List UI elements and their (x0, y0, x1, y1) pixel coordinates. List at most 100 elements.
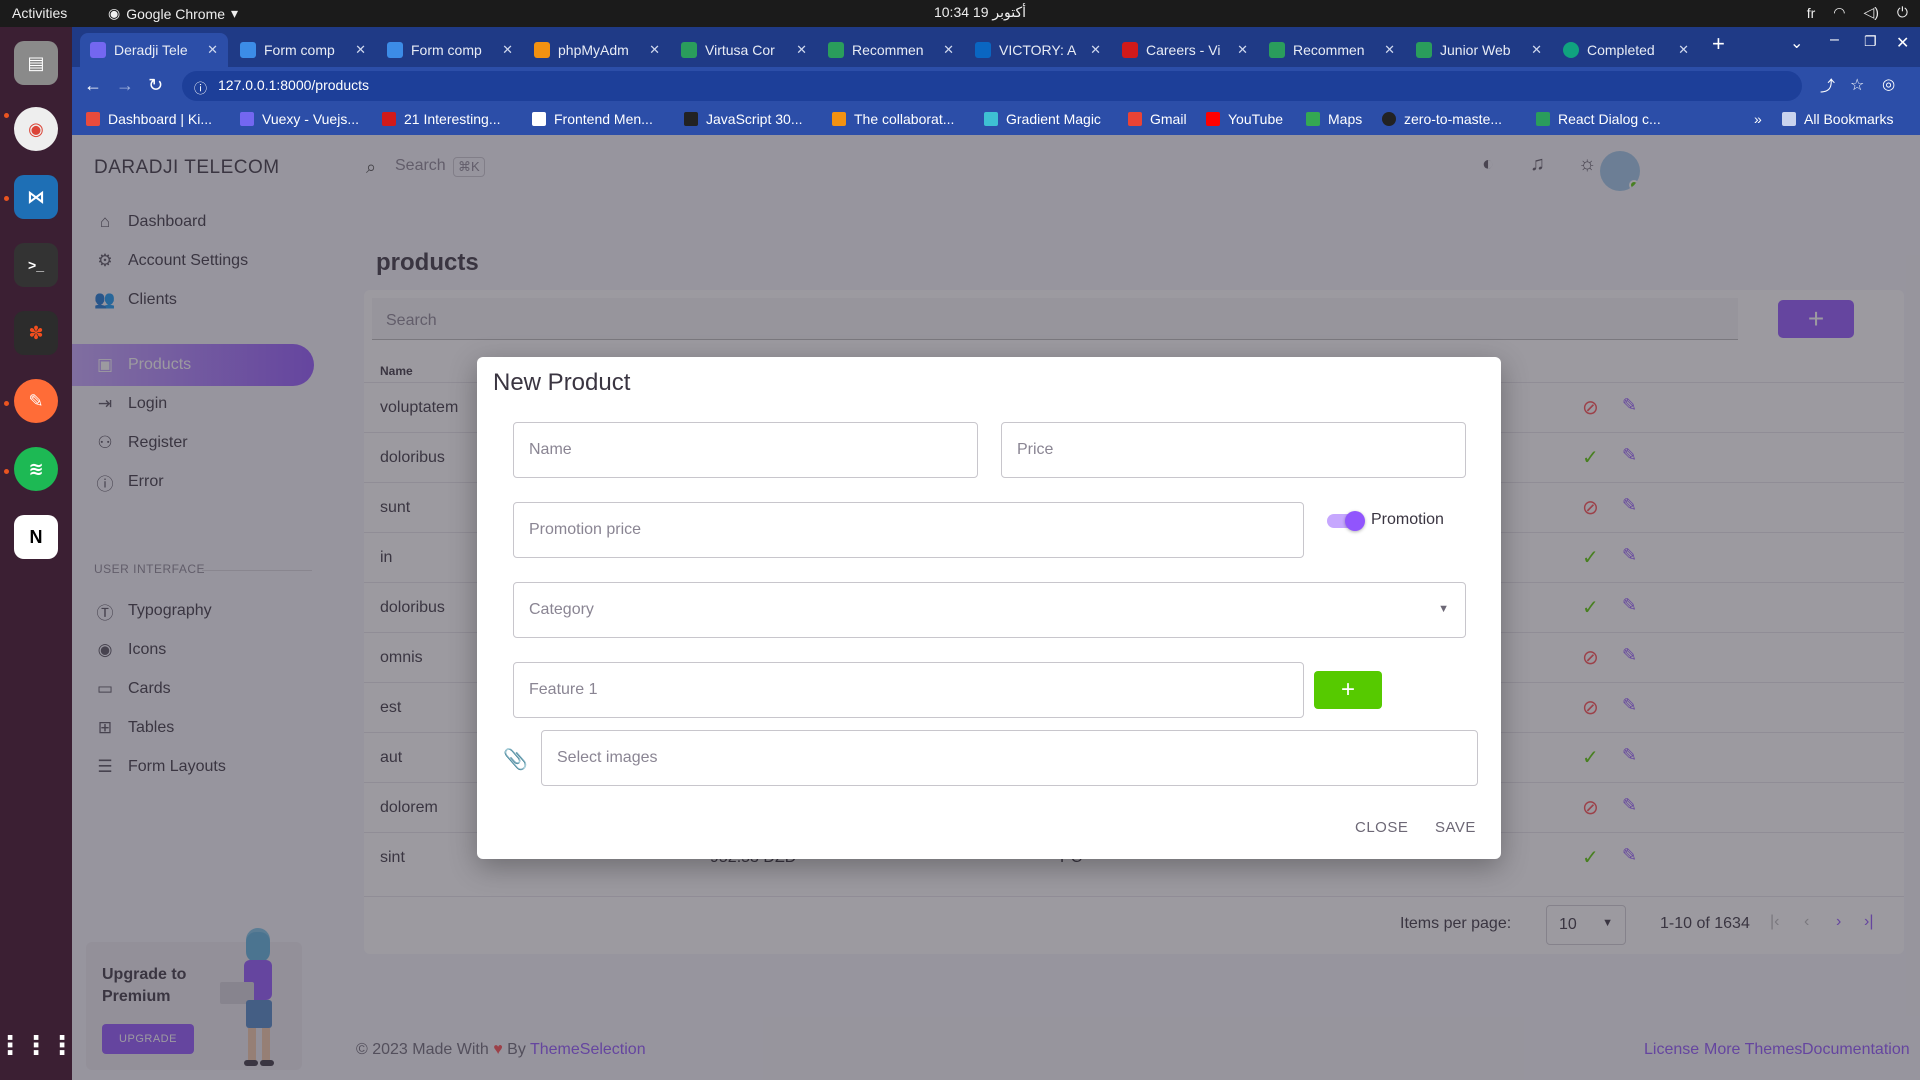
share-icon[interactable]: ⤴ (1820, 75, 1835, 96)
bookmark-label: Dashboard | Ki... (108, 111, 213, 127)
category-select[interactable]: Category ▼ (513, 582, 1466, 638)
tab-favicon (1122, 42, 1138, 58)
clock[interactable]: 10:34 19 أكتوبر (910, 4, 1050, 21)
activities-button[interactable]: Activities (12, 5, 67, 21)
bookmark-favicon (382, 112, 396, 126)
chrome-icon[interactable]: ◉ (14, 107, 58, 151)
close-icon[interactable]: ✕ (1237, 42, 1248, 58)
window-close-icon[interactable]: ✕ (1896, 33, 1909, 53)
url-bar[interactable]: ⓘ 127.0.0.1:8000/products (182, 71, 1802, 101)
close-icon[interactable]: ✕ (1678, 42, 1689, 58)
promotion-price-field[interactable]: Promotion price (513, 502, 1304, 558)
bookmark-item[interactable]: Vuexy - Vuejs... (240, 111, 359, 127)
bookmark-item[interactable]: Frontend Men... (532, 111, 653, 127)
close-icon[interactable]: ✕ (1090, 42, 1101, 58)
bookmark-item[interactable]: JavaScript 30... (684, 111, 803, 127)
close-button[interactable]: CLOSE (1355, 819, 1408, 836)
folder-icon (1782, 112, 1796, 126)
tab-label: Deradji Tele (114, 42, 188, 58)
close-icon[interactable]: ✕ (649, 42, 660, 58)
figma-icon[interactable]: ✽ (14, 311, 58, 355)
feature-field[interactable]: Feature 1 (513, 662, 1304, 718)
close-icon[interactable]: ✕ (796, 42, 807, 58)
price-field[interactable]: Price (1001, 422, 1466, 478)
files-icon[interactable]: ▤ (14, 41, 58, 85)
add-feature-button[interactable]: + (1314, 671, 1382, 709)
bookmark-favicon (240, 112, 254, 126)
bookmark-item[interactable]: zero-to-maste... (1382, 111, 1502, 127)
minimize-icon[interactable]: – (1830, 31, 1839, 49)
paperclip-icon[interactable]: 📎 (503, 747, 528, 772)
bookmark-favicon (684, 112, 698, 126)
system-tray[interactable]: fr ◠ ◁) ⏻ (1807, 4, 1908, 21)
tab-recommend-1[interactable]: Recommen ✕ (818, 33, 964, 67)
tab-favicon (1563, 42, 1579, 58)
tab-label: Completed (1587, 42, 1655, 58)
category-placeholder: Category (529, 601, 594, 618)
wifi-icon: ◠ (1833, 4, 1846, 20)
tab-label: Recommen (1293, 42, 1365, 58)
extension-icon[interactable]: ◎ (1882, 75, 1895, 93)
postman-icon[interactable]: ✎ (14, 379, 58, 423)
bookmark-label: Maps (1328, 111, 1363, 127)
forward-icon[interactable]: → (116, 75, 134, 96)
toggle-thumb (1345, 511, 1365, 531)
bookmark-item[interactable]: Dashboard | Ki... (86, 111, 212, 127)
bookmark-item[interactable]: YouTube (1206, 111, 1283, 127)
tab-form-comp-1[interactable]: Form comp ✕ (230, 33, 376, 67)
bookmark-item[interactable]: Gradient Magic (984, 111, 1101, 127)
bookmark-favicon (532, 112, 546, 126)
all-bookmarks-label: All Bookmarks (1804, 111, 1894, 127)
bookmarks-overflow-icon[interactable]: » (1754, 111, 1762, 127)
all-bookmarks[interactable]: All Bookmarks (1782, 111, 1893, 127)
close-icon[interactable]: ✕ (207, 42, 218, 58)
close-icon[interactable]: ✕ (1531, 42, 1542, 58)
tab-favicon (534, 42, 550, 58)
chevron-down-icon: ▼ (1438, 603, 1449, 615)
select-images-field[interactable]: Select images (541, 730, 1478, 786)
name-field[interactable]: Name (513, 422, 978, 478)
vscode-icon[interactable]: ⋈ (14, 175, 58, 219)
bookmark-label: 21 Interesting... (404, 111, 501, 127)
bookmark-item[interactable]: The collaborat... (832, 111, 954, 127)
back-icon[interactable]: ← (84, 75, 102, 96)
bookmark-label: Gmail (1150, 111, 1187, 127)
tab-careers[interactable]: Careers - Vi ✕ (1112, 33, 1258, 67)
tab-virtusa[interactable]: Virtusa Cor ✕ (671, 33, 817, 67)
maximize-icon[interactable]: ❐ (1864, 33, 1877, 50)
close-icon[interactable]: ✕ (1384, 42, 1395, 58)
notion-icon[interactable]: N (14, 515, 58, 559)
address-bar-row: ← → ↻ ⓘ 127.0.0.1:8000/products ⤴ ☆ ◎ (72, 67, 1920, 105)
save-button[interactable]: SAVE (1435, 819, 1476, 836)
app-menu[interactable]: ◉ Google Chrome ▾ (108, 5, 238, 22)
spotify-icon[interactable]: ≋ (14, 447, 58, 491)
site-info-icon[interactable]: ⓘ (194, 78, 207, 97)
close-icon[interactable]: ✕ (355, 42, 366, 58)
bookmark-item[interactable]: React Dialog c... (1536, 111, 1661, 127)
tab-deradji[interactable]: Deradji Tele ✕ (80, 33, 228, 67)
new-tab-button[interactable]: + (1712, 31, 1725, 57)
terminal-icon[interactable]: >_ (14, 243, 58, 287)
star-icon[interactable]: ☆ (1850, 75, 1864, 95)
bookmark-favicon (832, 112, 846, 126)
bookmark-item[interactable]: Maps (1306, 111, 1362, 127)
tab-completed[interactable]: Completed ✕ (1553, 33, 1699, 67)
tab-form-comp-2[interactable]: Form comp ✕ (377, 33, 523, 67)
close-icon[interactable]: ✕ (502, 42, 513, 58)
tab-label: Virtusa Cor (705, 42, 775, 58)
bookmark-item[interactable]: Gmail (1128, 111, 1187, 127)
reload-icon[interactable]: ↻ (148, 75, 163, 96)
tab-recommend-2[interactable]: Recommen ✕ (1259, 33, 1405, 67)
tab-phpmyadmin[interactable]: phpMyAdm ✕ (524, 33, 670, 67)
tab-search-icon[interactable]: ⌄ (1790, 33, 1803, 53)
chrome-app-icon: ◉ (108, 5, 121, 21)
close-icon[interactable]: ✕ (943, 42, 954, 58)
tab-favicon (975, 42, 991, 58)
tab-victory[interactable]: VICTORY: A ✕ (965, 33, 1111, 67)
tab-junior-web[interactable]: Junior Web ✕ (1406, 33, 1552, 67)
promotion-label[interactable]: Promotion (1371, 511, 1444, 529)
promotion-toggle[interactable] (1327, 511, 1367, 531)
app-grid-icon[interactable]: ⋮⋮⋮ (0, 1023, 75, 1067)
input-language[interactable]: fr (1807, 5, 1816, 21)
bookmark-item[interactable]: 21 Interesting... (382, 111, 501, 127)
